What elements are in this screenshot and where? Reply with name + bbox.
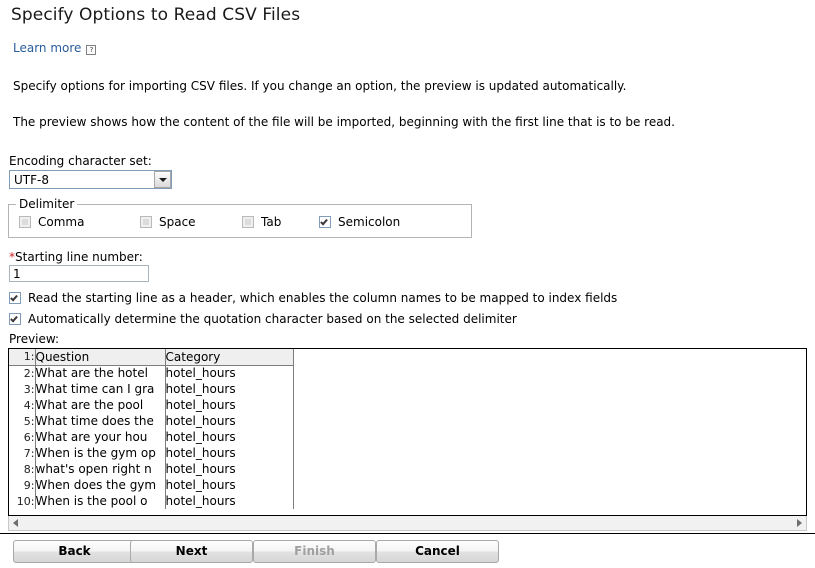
option-read-header-label: Read the starting line as a header, whic…: [28, 291, 618, 305]
learn-more-link[interactable]: Learn more: [13, 41, 81, 55]
cell-category: hotel_hours: [165, 477, 294, 493]
cell-question: What are the hotel: [35, 365, 166, 381]
line-number-cell: 7:: [9, 445, 36, 461]
preview-table: 1: Question Category 2: What are the hot…: [9, 349, 294, 509]
table-row[interactable]: 4: What are the pool hotel_hours: [9, 397, 294, 413]
table-row[interactable]: 8: what's open right n hotel_hours: [9, 461, 294, 477]
learn-more-group: Learn more ?: [13, 41, 97, 55]
encoding-select[interactable]: UTF-8: [9, 170, 172, 189]
checkbox-checked-icon[interactable]: [9, 313, 21, 325]
delimiter-label-space: Space: [159, 215, 196, 229]
line-number-cell: 4:: [9, 397, 36, 413]
finish-button: Finish: [253, 540, 376, 563]
delimiter-fieldset: Delimiter Comma Space Tab Semicolon: [8, 197, 472, 238]
preview-table-body: 1: Question Category 2: What are the hot…: [9, 349, 294, 509]
cell-question: What are your hou: [35, 429, 166, 445]
csv-import-wizard-page: Specify Options to Read CSV Files Learn …: [0, 0, 815, 568]
table-row[interactable]: 9: When does the gym hotel_hours: [9, 477, 294, 493]
triangle-right-icon[interactable]: [793, 517, 806, 530]
preview-panel[interactable]: 1: Question Category 2: What are the hot…: [8, 348, 807, 516]
chevron-down-icon[interactable]: [154, 171, 171, 188]
delimiter-label-comma: Comma: [38, 215, 85, 229]
column-header-question[interactable]: Question: [35, 349, 166, 366]
table-row[interactable]: 6: What are your hou hotel_hours: [9, 429, 294, 445]
page-title: Specify Options to Read CSV Files: [11, 5, 301, 25]
cell-question: What time can I gra: [35, 381, 166, 397]
table-row[interactable]: 5: What time does the hotel_hours: [9, 413, 294, 429]
table-row[interactable]: 10: When is the pool o hotel_hours: [9, 493, 294, 509]
cell-question: When does the gym: [35, 477, 166, 493]
starting-line-label-text: Starting line number:: [15, 250, 143, 264]
cell-question: When is the pool o: [35, 493, 166, 509]
line-number-cell: 2:: [9, 365, 36, 381]
checkbox-unchecked-icon[interactable]: [140, 216, 152, 228]
option-auto-quotation-row[interactable]: Automatically determine the quotation ch…: [9, 312, 517, 326]
cell-question: What time does the: [35, 413, 166, 429]
encoding-label: Encoding character set:: [9, 154, 152, 168]
delimiter-checkbox-tab[interactable]: Tab: [242, 215, 281, 229]
cell-category: hotel_hours: [165, 445, 294, 461]
delimiter-checkbox-comma[interactable]: Comma: [19, 215, 84, 229]
cell-question: What are the pool: [35, 397, 166, 413]
preview-header-row: 1: Question Category: [9, 349, 294, 366]
table-row[interactable]: 3: What time can I gra hotel_hours: [9, 381, 294, 397]
line-number-cell: 6:: [9, 429, 36, 445]
description-paragraph-2: The preview shows how the content of the…: [13, 115, 675, 129]
line-number-cell: 8:: [9, 461, 36, 477]
table-row[interactable]: 7: When is the gym op hotel_hours: [9, 445, 294, 461]
description-paragraph-1: Specify options for importing CSV files.…: [13, 79, 627, 93]
next-button[interactable]: Next: [130, 540, 253, 563]
cell-category: hotel_hours: [165, 381, 294, 397]
delimiter-label-tab: Tab: [261, 215, 282, 229]
line-number-cell: 10:: [9, 493, 36, 509]
delimiter-legend: Delimiter: [16, 197, 78, 211]
cell-category: hotel_hours: [165, 397, 294, 413]
checkbox-checked-icon[interactable]: [319, 216, 331, 228]
starting-line-label: *Starting line number:: [9, 250, 143, 264]
line-number-cell: 9:: [9, 477, 36, 493]
cell-category: hotel_hours: [165, 365, 294, 381]
option-auto-quotation-label: Automatically determine the quotation ch…: [28, 312, 517, 326]
column-header-category[interactable]: Category: [165, 349, 294, 366]
checkbox-unchecked-icon[interactable]: [19, 216, 31, 228]
preview-label: Preview:: [9, 332, 60, 346]
table-row[interactable]: 2: What are the hotel hotel_hours: [9, 365, 294, 381]
delimiter-label-semicolon: Semicolon: [338, 215, 401, 229]
triangle-left-icon[interactable]: [9, 517, 22, 530]
preview-horizontal-scrollbar[interactable]: [8, 516, 807, 531]
option-read-header-row[interactable]: Read the starting line as a header, whic…: [9, 291, 617, 305]
cancel-button[interactable]: Cancel: [376, 540, 499, 563]
line-number-cell: 3:: [9, 381, 36, 397]
checkbox-checked-icon[interactable]: [9, 292, 21, 304]
cell-category: hotel_hours: [165, 493, 294, 509]
starting-line-input[interactable]: [9, 265, 149, 282]
cell-question: When is the gym op: [35, 445, 166, 461]
delimiter-checkbox-space[interactable]: Space: [140, 215, 196, 229]
checkbox-unchecked-icon[interactable]: [242, 216, 254, 228]
back-button[interactable]: Back: [13, 540, 136, 563]
line-number-cell: 1:: [9, 349, 36, 366]
delimiter-checkbox-semicolon[interactable]: Semicolon: [319, 215, 400, 229]
footer-divider: [0, 533, 815, 534]
cell-category: hotel_hours: [165, 429, 294, 445]
scrollbar-track[interactable]: [22, 517, 793, 530]
cell-category: hotel_hours: [165, 413, 294, 429]
encoding-select-value: UTF-8: [14, 172, 49, 187]
line-number-cell: 5:: [9, 413, 36, 429]
help-question-icon[interactable]: ?: [86, 45, 97, 55]
cell-category: hotel_hours: [165, 461, 294, 477]
cell-question: what's open right n: [35, 461, 166, 477]
